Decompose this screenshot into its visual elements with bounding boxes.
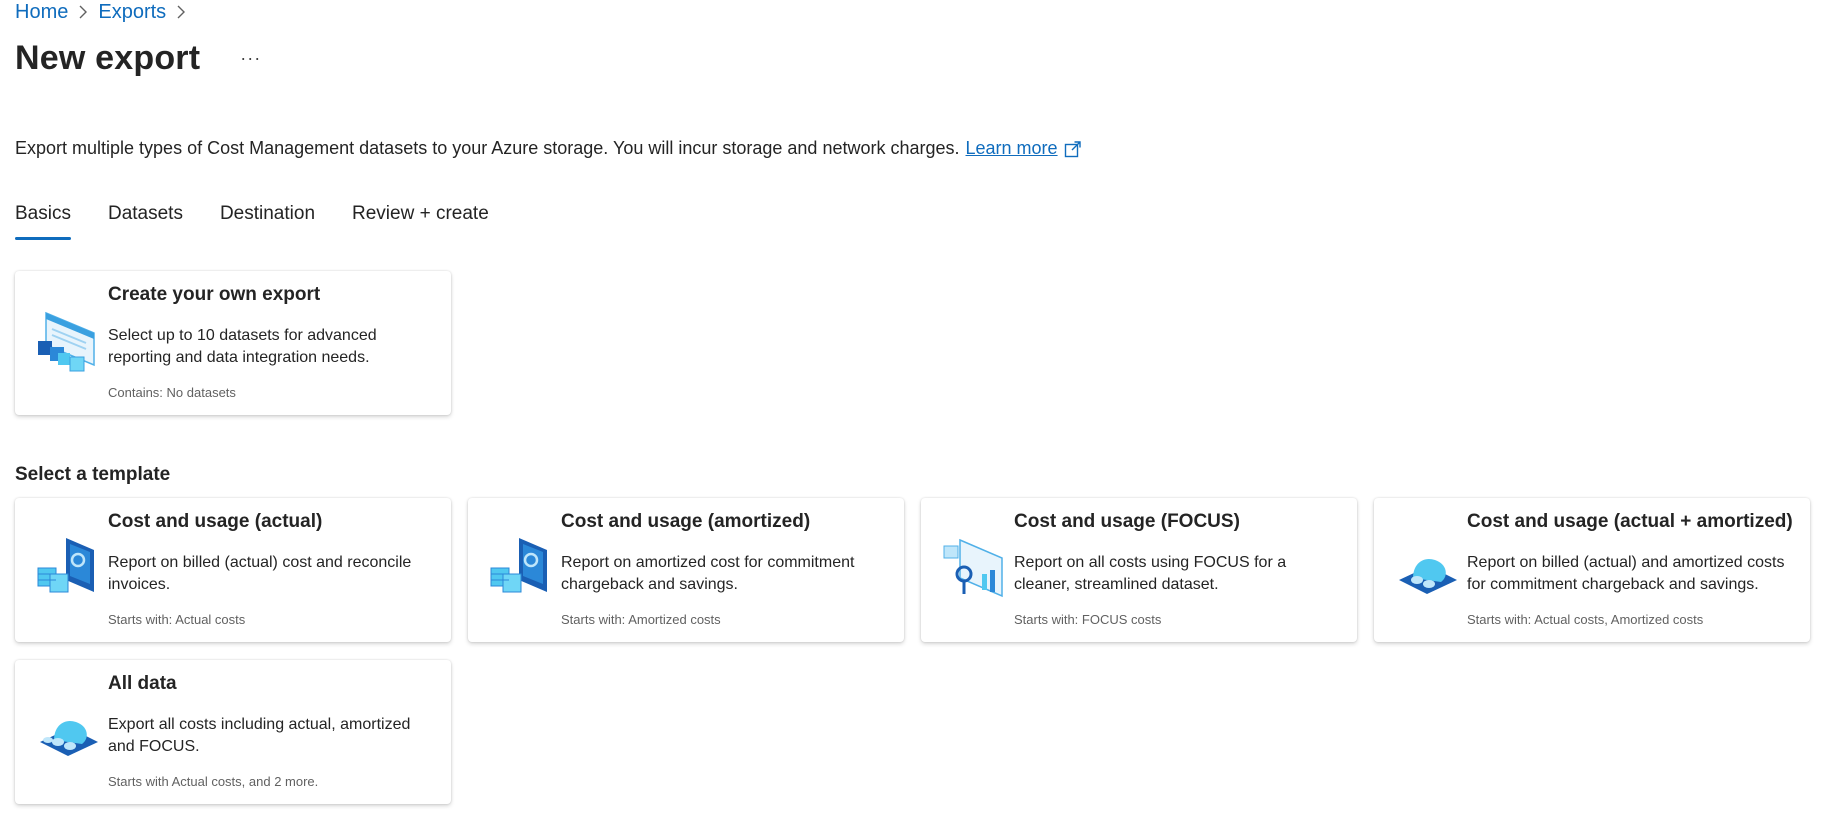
card-title: Cost and usage (amortized): [561, 511, 811, 532]
card-title: Create your own export: [108, 284, 321, 305]
tab-datasets[interactable]: Datasets: [108, 200, 183, 240]
actual-cost-icon: [36, 534, 100, 606]
template-card-focus[interactable]: Cost and usage (FOCUS) Report on all cos…: [921, 498, 1357, 642]
template-card-actual-amortized[interactable]: Cost and usage (actual + amortized) Repo…: [1374, 498, 1810, 642]
card-description: Report on amortized cost for commitment …: [561, 554, 855, 593]
card-title: Cost and usage (FOCUS): [1014, 511, 1240, 532]
title-row: New export ···: [15, 34, 267, 82]
amortized-cost-icon: [489, 534, 553, 606]
card-description: Report on billed (actual) cost and recon…: [108, 554, 412, 593]
tab-destination[interactable]: Destination: [220, 200, 315, 240]
card-meta: Contains: No datasets: [108, 385, 236, 400]
card-title: All data: [108, 673, 177, 694]
breadcrumb-home-link[interactable]: Home: [15, 1, 68, 24]
open-in-new-icon[interactable]: [1064, 140, 1082, 158]
actual-amortized-icon: [1395, 534, 1459, 606]
breadcrumb-exports-link[interactable]: Exports: [98, 1, 166, 24]
card-title: Cost and usage (actual + amortized): [1467, 511, 1793, 532]
card-meta: Starts with: Actual costs, Amortized cos…: [1467, 612, 1704, 627]
page-description: Export multiple types of Cost Management…: [15, 138, 1082, 159]
breadcrumb: Home Exports: [15, 0, 196, 24]
custom-export-icon: [36, 307, 100, 379]
page-title: New export: [15, 38, 201, 77]
card-meta: Starts with Actual costs, and 2 more.: [108, 774, 319, 789]
template-card-actual[interactable]: Cost and usage (actual) Report on billed…: [15, 498, 451, 642]
card-description: Select up to 10 datasets for advanced re…: [108, 327, 377, 366]
card-meta: Starts with: Actual costs: [108, 612, 246, 627]
create-own-export-card[interactable]: Create your own export Select up to 10 d…: [15, 271, 451, 415]
template-card-amortized[interactable]: Cost and usage (amortized) Report on amo…: [468, 498, 904, 642]
more-options-button[interactable]: ···: [234, 46, 267, 71]
card-meta: Starts with: FOCUS costs: [1014, 612, 1162, 627]
description-text: Export multiple types of Cost Management…: [15, 138, 960, 158]
tab-review-create[interactable]: Review + create: [352, 200, 489, 240]
card-description: Report on all costs using FOCUS for a cl…: [1014, 554, 1287, 593]
card-description: Export all costs including actual, amort…: [108, 716, 411, 755]
chevron-right-icon: [78, 5, 88, 19]
tab-list: Basics Datasets Destination Review + cre…: [15, 200, 526, 240]
focus-cost-icon: [942, 534, 1006, 606]
chevron-right-icon: [176, 5, 186, 19]
learn-more-link[interactable]: Learn more: [966, 138, 1058, 159]
template-card-all-data[interactable]: All data Export all costs including actu…: [15, 660, 451, 804]
all-data-icon: [36, 696, 100, 768]
select-template-heading: Select a template: [15, 464, 171, 485]
card-description: Report on billed (actual) and amortized …: [1467, 554, 1785, 593]
card-title: Cost and usage (actual): [108, 511, 323, 532]
card-meta: Starts with: Amortized costs: [561, 612, 721, 627]
tab-basics[interactable]: Basics: [15, 200, 71, 240]
